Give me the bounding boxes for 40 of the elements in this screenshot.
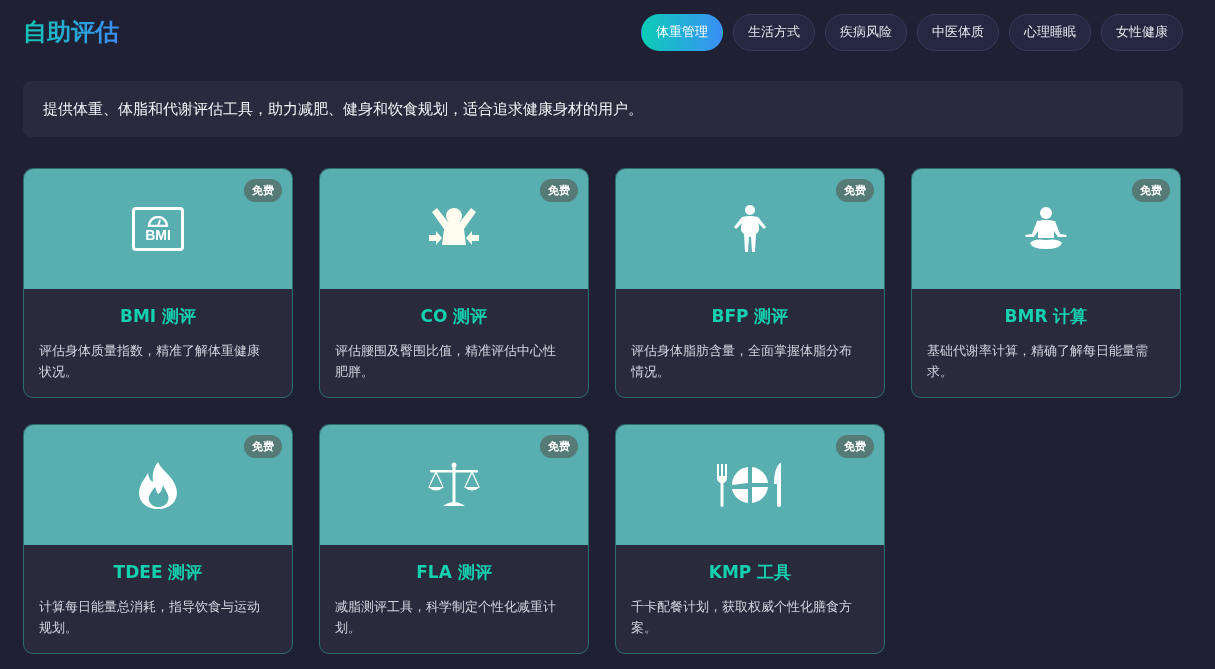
tool-card[interactable]: 免费 BFP 测评 评估身体脂肪含量，全面掌握体脂分布情况。 <box>615 168 885 398</box>
balance-scale-icon <box>427 462 481 508</box>
free-badge: 免费 <box>836 435 874 458</box>
card-description: 减脂测评工具，科学制定个性化减重计划。 <box>335 598 557 637</box>
scale-icon: BMI <box>132 207 184 251</box>
category-tab[interactable]: 中医体质 <box>917 13 999 51</box>
tool-card[interactable]: 免费 BMI BMI 测评 评估身体质量指数，精准了解体重健康状况。 <box>23 168 293 398</box>
tool-card[interactable]: 免费 FLA 测评 减脂测评工具，科学制定个性化减重计划。 <box>319 424 589 654</box>
card-title: BFP 测评 <box>710 305 790 328</box>
card-description: 评估身体脂肪含量，全面掌握体脂分布情况。 <box>631 342 853 381</box>
card-description: 评估身体质量指数，精准了解体重健康状况。 <box>39 342 261 381</box>
free-badge: 免费 <box>540 435 578 458</box>
tool-card[interactable]: 免费 TDEE 测评 计算每日能量总消耗，指导饮食与运动规划。 <box>23 424 293 654</box>
card-description: 评估腰围及臀围比值，精准评估中心性肥胖。 <box>335 342 557 381</box>
tool-card[interactable]: 免费 CO 测评 评估腰围及臀围比值，精准评估中心性肥胖。 <box>319 168 589 398</box>
free-badge: 免费 <box>540 179 578 202</box>
card-title: BMR 计算 <box>1003 305 1089 328</box>
category-tab[interactable]: 生活方式 <box>733 13 815 51</box>
free-badge: 免费 <box>244 179 282 202</box>
free-badge: 免费 <box>244 435 282 458</box>
card-description: 千卡配餐计划，获取权威个性化膳食方案。 <box>631 598 853 637</box>
tool-card[interactable]: 免费 KMP 工具 千卡配餐计划，获取权威个性化膳食方案。 <box>615 424 885 654</box>
plate-cutlery-icon <box>716 462 784 508</box>
card-title: FLA 测评 <box>415 561 493 584</box>
tool-card[interactable]: 免费 BMR 计算 基础代谢率计算，精确了解每日能量需求。 <box>911 168 1181 398</box>
card-title: KMP 工具 <box>707 561 793 584</box>
meditation-icon <box>1024 207 1068 251</box>
category-tab[interactable]: 疾病风险 <box>825 13 907 51</box>
category-tab[interactable]: 心理睡眠 <box>1009 13 1091 51</box>
card-title: BMI 测评 <box>118 305 198 328</box>
person-icon <box>733 205 767 253</box>
category-tab[interactable]: 女性健康 <box>1101 13 1183 51</box>
card-description: 计算每日能量总消耗，指导饮食与运动规划。 <box>39 598 261 637</box>
card-title: CO 测评 <box>419 305 489 328</box>
free-badge: 免费 <box>836 179 874 202</box>
free-badge: 免费 <box>1132 179 1170 202</box>
card-title: TDEE 测评 <box>112 561 204 584</box>
card-description: 基础代谢率计算，精确了解每日能量需求。 <box>927 342 1149 381</box>
description-text: 提供体重、体脂和代谢评估工具，助力减肥、健身和饮食规划，适合追求健康身材的用户。 <box>43 99 643 119</box>
flame-icon <box>136 461 180 509</box>
